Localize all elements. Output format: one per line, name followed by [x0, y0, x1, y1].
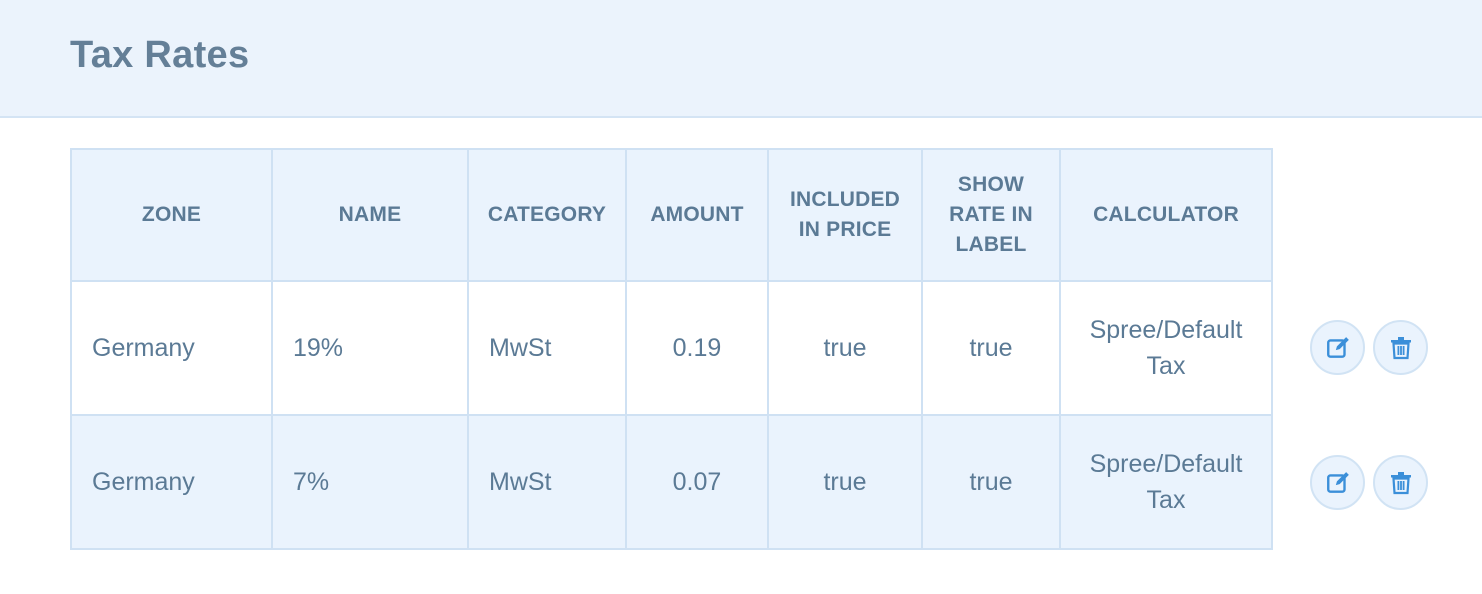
cell-included-in-price: true: [767, 414, 923, 550]
edit-button[interactable]: [1310, 455, 1365, 510]
column-header-category[interactable]: CATEGORY: [467, 148, 627, 282]
cell-zone: Germany: [70, 414, 273, 550]
table-row: Germany 7% MwSt 0.07 true true Spree/Def…: [70, 414, 1273, 550]
row-actions: [1310, 455, 1428, 510]
cell-calculator: Spree/Default Tax: [1059, 414, 1273, 550]
cell-amount: 0.19: [625, 280, 769, 416]
cell-calculator: Spree/Default Tax: [1059, 280, 1273, 416]
tax-rates-table: ZONE NAME CATEGORY AMOUNT INCLUDED IN PR…: [70, 148, 1273, 550]
table-header-row: ZONE NAME CATEGORY AMOUNT INCLUDED IN PR…: [70, 148, 1273, 282]
row-actions: [1310, 320, 1428, 375]
edit-icon: [1326, 471, 1349, 493]
cell-category: MwSt: [467, 280, 627, 416]
delete-button[interactable]: [1373, 455, 1428, 510]
cell-show-rate-in-label: true: [921, 280, 1061, 416]
edit-button[interactable]: [1310, 320, 1365, 375]
column-header-show-rate-in-label[interactable]: SHOW RATE IN LABEL: [921, 148, 1061, 282]
cell-included-in-price: true: [767, 280, 923, 416]
column-header-name[interactable]: NAME: [271, 148, 469, 282]
delete-button[interactable]: [1373, 320, 1428, 375]
page-header: Tax Rates: [0, 0, 1482, 118]
trash-icon: [1390, 336, 1411, 359]
edit-icon: [1326, 336, 1349, 358]
trash-icon: [1390, 471, 1411, 494]
column-header-included-in-price[interactable]: INCLUDED IN PRICE: [767, 148, 923, 282]
cell-category: MwSt: [467, 414, 627, 550]
cell-show-rate-in-label: true: [921, 414, 1061, 550]
cell-amount: 0.07: [625, 414, 769, 550]
cell-name: 7%: [271, 414, 469, 550]
column-header-calculator[interactable]: CALCULATOR: [1059, 148, 1273, 282]
column-header-zone[interactable]: ZONE: [70, 148, 273, 282]
cell-name: 19%: [271, 280, 469, 416]
cell-zone: Germany: [70, 280, 273, 416]
column-header-amount[interactable]: AMOUNT: [625, 148, 769, 282]
page-title: Tax Rates: [70, 34, 250, 76]
table-row: Germany 19% MwSt 0.19 true true Spree/De…: [70, 280, 1273, 416]
